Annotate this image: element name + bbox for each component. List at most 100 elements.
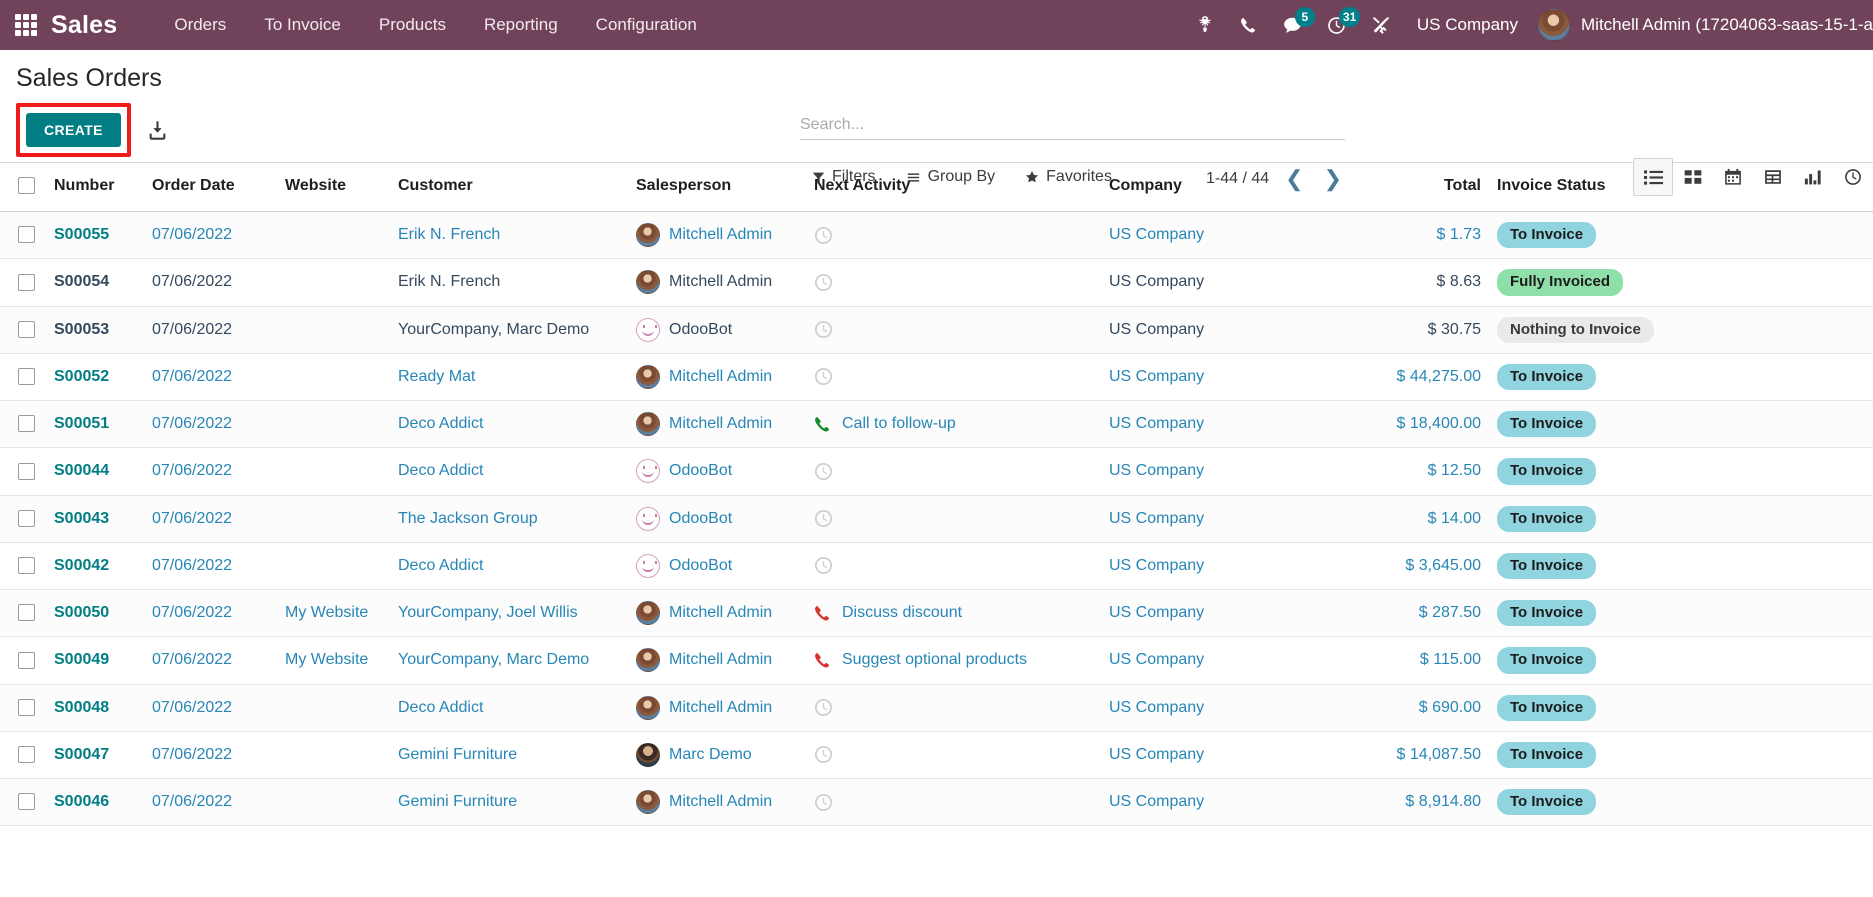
- activity-label[interactable]: Suggest optional products: [842, 651, 1027, 669]
- activity-label[interactable]: Call to follow-up: [842, 415, 956, 433]
- activities-clock-icon[interactable]: 31: [1315, 0, 1361, 50]
- cell-number[interactable]: S00051: [46, 400, 144, 449]
- import-download-icon[interactable]: [147, 120, 168, 141]
- cell-next-activity[interactable]: [806, 353, 1101, 402]
- row-checkbox[interactable]: [18, 604, 35, 622]
- order-number-link[interactable]: S00042: [54, 557, 109, 574]
- tools-icon[interactable]: [1359, 0, 1403, 50]
- app-brand-sales[interactable]: Sales: [51, 11, 117, 40]
- cell-number[interactable]: S00047: [46, 731, 144, 780]
- cell-next-activity[interactable]: [806, 306, 1101, 354]
- row-checkbox[interactable]: [18, 320, 35, 338]
- row-checkbox[interactable]: [18, 368, 35, 386]
- column-header-salesperson[interactable]: Salesperson: [628, 163, 806, 212]
- table-row[interactable]: S00044 07/06/2022 Deco Addict OdooBot US Com…: [0, 447, 1873, 496]
- column-header-order-date[interactable]: Order Date: [144, 163, 277, 212]
- order-number-link[interactable]: S00048: [54, 699, 109, 716]
- chevron-right-icon[interactable]: ❯: [1320, 168, 1346, 190]
- table-row[interactable]: S00043 07/06/2022 The Jackson Group OdooBot…: [0, 495, 1873, 543]
- order-number-link[interactable]: S00047: [54, 746, 109, 763]
- search-input[interactable]: [800, 116, 1345, 134]
- search-bar[interactable]: [800, 116, 1345, 140]
- row-checkbox[interactable]: [18, 226, 35, 244]
- activity-label[interactable]: Discuss discount: [842, 604, 962, 622]
- apps-grid-icon[interactable]: [15, 14, 37, 36]
- order-number-link[interactable]: S00055: [54, 226, 109, 243]
- cell-next-activity[interactable]: [806, 211, 1101, 260]
- menu-to-invoice[interactable]: To Invoice: [245, 0, 360, 50]
- cell-next-activity[interactable]: Suggest optional products: [806, 636, 1101, 685]
- cell-number[interactable]: S00043: [46, 495, 144, 543]
- table-row[interactable]: S00054 07/06/2022 Erik N. French Mitchell A…: [0, 258, 1873, 307]
- menu-products[interactable]: Products: [360, 0, 465, 50]
- order-number-link[interactable]: S00052: [54, 368, 109, 385]
- calendar-view-icon[interactable]: [1713, 158, 1753, 196]
- bug-icon[interactable]: [1183, 0, 1227, 50]
- table-row[interactable]: S00055 07/06/2022 Erik N. French Mitchell A…: [0, 211, 1873, 260]
- table-row[interactable]: S00048 07/06/2022 Deco Addict Mitchell Admi…: [0, 684, 1873, 732]
- cell-next-activity[interactable]: [806, 731, 1101, 780]
- cell-number[interactable]: S00054: [46, 258, 144, 307]
- menu-configuration[interactable]: Configuration: [577, 0, 716, 50]
- order-number-link[interactable]: S00044: [54, 462, 109, 479]
- filters-dropdown[interactable]: Filters: [812, 168, 876, 186]
- graph-view-icon[interactable]: [1793, 158, 1833, 196]
- row-checkbox[interactable]: [18, 415, 35, 433]
- row-checkbox[interactable]: [18, 273, 35, 291]
- cell-number[interactable]: S00046: [46, 778, 144, 827]
- list-view-icon[interactable]: [1633, 158, 1673, 196]
- table-row[interactable]: S00047 07/06/2022 Gemini Furniture Marc Dem…: [0, 731, 1873, 780]
- order-number-link[interactable]: S00049: [54, 651, 109, 668]
- order-number-link[interactable]: S00054: [54, 273, 109, 290]
- cell-number[interactable]: S00049: [46, 636, 144, 685]
- menu-orders[interactable]: Orders: [155, 0, 245, 50]
- row-checkbox[interactable]: [18, 651, 35, 669]
- menu-reporting[interactable]: Reporting: [465, 0, 577, 50]
- activity-view-icon[interactable]: [1833, 158, 1873, 196]
- row-checkbox[interactable]: [18, 746, 35, 764]
- select-all-checkbox[interactable]: [18, 177, 35, 195]
- cell-number[interactable]: S00052: [46, 353, 144, 402]
- cell-next-activity[interactable]: [806, 258, 1101, 307]
- cell-number[interactable]: S00055: [46, 211, 144, 260]
- row-checkbox[interactable]: [18, 462, 35, 480]
- cell-next-activity[interactable]: [806, 684, 1101, 732]
- group-by-dropdown[interactable]: Group By: [906, 168, 995, 186]
- cell-next-activity[interactable]: [806, 495, 1101, 543]
- cell-next-activity[interactable]: [806, 542, 1101, 591]
- chevron-left-icon[interactable]: ❮: [1281, 168, 1307, 190]
- cell-number[interactable]: S00053: [46, 306, 144, 354]
- row-checkbox[interactable]: [18, 509, 35, 527]
- column-header-number[interactable]: Number: [46, 163, 144, 212]
- cell-next-activity[interactable]: Discuss discount: [806, 589, 1101, 638]
- cell-number[interactable]: S00044: [46, 447, 144, 496]
- order-number-link[interactable]: S00051: [54, 415, 109, 432]
- create-button[interactable]: CREATE: [26, 113, 121, 147]
- table-row[interactable]: S00042 07/06/2022 Deco Addict OdooBot US Com…: [0, 542, 1873, 591]
- column-header-total[interactable]: Total: [1334, 163, 1489, 212]
- table-row[interactable]: S00046 07/06/2022 Gemini Furniture Mitchell…: [0, 778, 1873, 827]
- table-row[interactable]: S00052 07/06/2022 Ready Mat Mitchell Admin U…: [0, 353, 1873, 402]
- messages-icon[interactable]: 5: [1271, 0, 1315, 50]
- row-checkbox[interactable]: [18, 793, 35, 811]
- favorites-dropdown[interactable]: Favorites: [1025, 168, 1112, 186]
- cell-number[interactable]: S00048: [46, 684, 144, 732]
- column-header-customer[interactable]: Customer: [390, 163, 628, 212]
- table-row[interactable]: S00049 07/06/2022 My Website YourCompany, M…: [0, 636, 1873, 685]
- table-row[interactable]: S00050 07/06/2022 My Website YourCompany, J…: [0, 589, 1873, 638]
- table-row[interactable]: S00053 07/06/2022 YourCompany, Marc Demo Od…: [0, 306, 1873, 354]
- table-row[interactable]: S00051 07/06/2022 Deco Addict Mitchell Admi…: [0, 400, 1873, 449]
- row-checkbox[interactable]: [18, 698, 35, 716]
- cell-next-activity[interactable]: [806, 447, 1101, 496]
- kanban-view-icon[interactable]: [1673, 158, 1713, 196]
- phone-icon[interactable]: [1227, 0, 1271, 50]
- order-number-link[interactable]: S00046: [54, 793, 109, 810]
- order-number-link[interactable]: S00050: [54, 604, 109, 621]
- order-number-link[interactable]: S00053: [54, 321, 109, 338]
- row-checkbox[interactable]: [18, 557, 35, 575]
- order-number-link[interactable]: S00043: [54, 510, 109, 527]
- user-menu[interactable]: Mitchell Admin (17204063-saas-15-1-a: [1534, 9, 1873, 41]
- cell-next-activity[interactable]: Call to follow-up: [806, 400, 1101, 449]
- cell-next-activity[interactable]: [806, 778, 1101, 827]
- cell-number[interactable]: S00042: [46, 542, 144, 591]
